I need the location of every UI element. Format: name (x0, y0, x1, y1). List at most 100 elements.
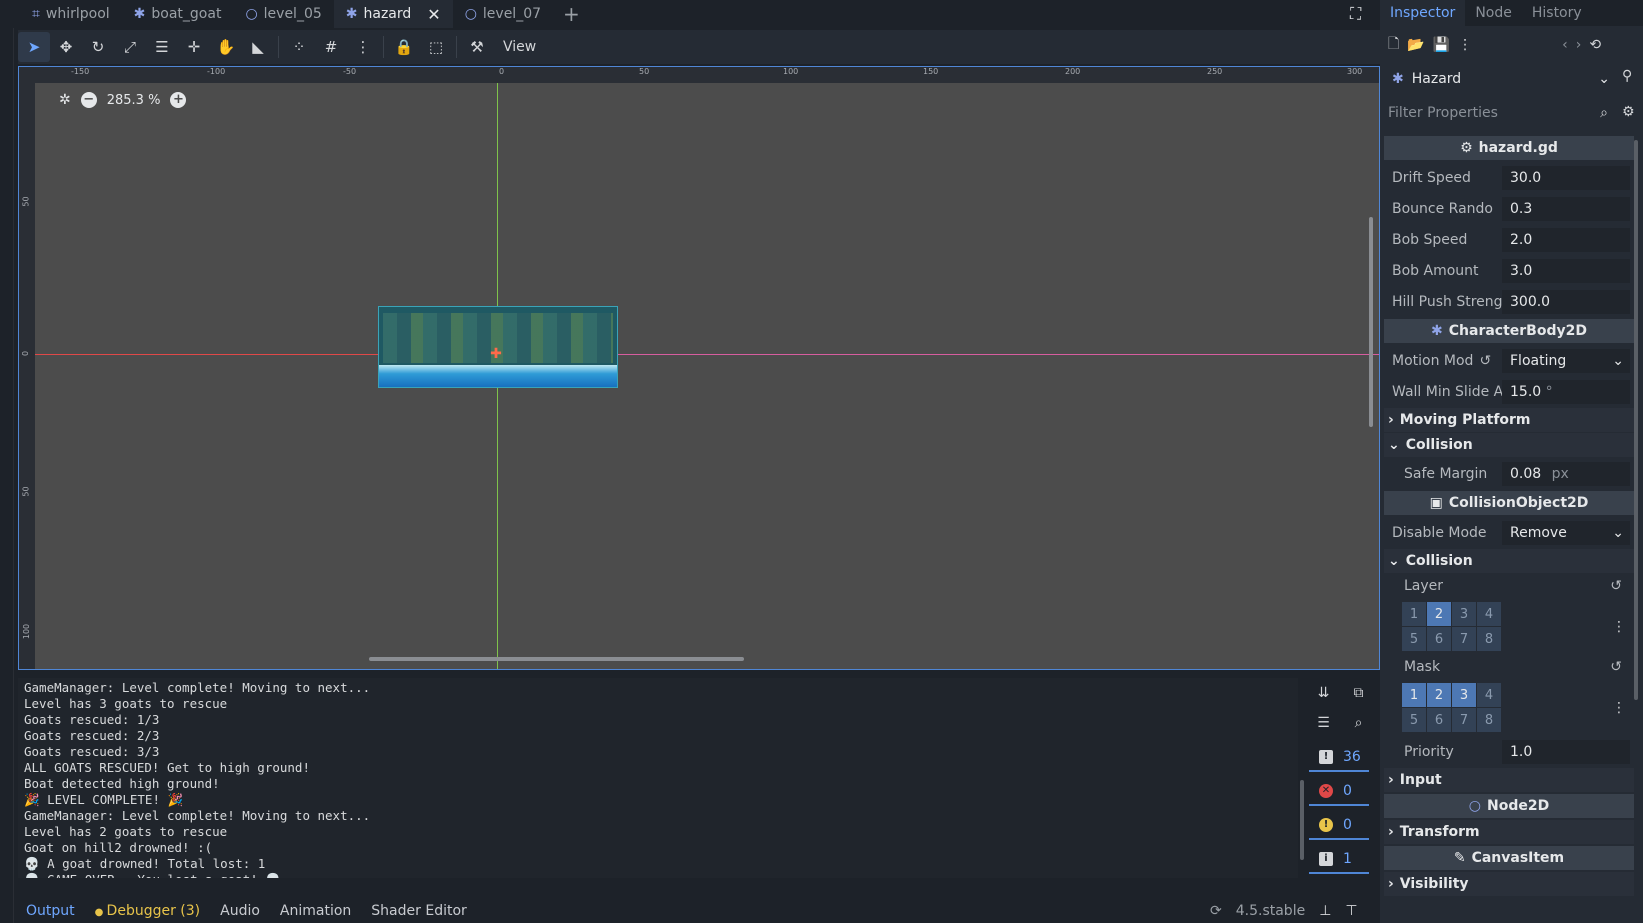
prop-value[interactable]: 300.0 (1502, 289, 1630, 314)
scene-tab-hazard[interactable]: ✱ hazard ✕ (333, 0, 453, 28)
revert-icon[interactable]: ↺ (1610, 578, 1622, 594)
tab-shader-editor[interactable]: Shader Editor (371, 903, 466, 919)
history-back-icon[interactable]: ‹ (1562, 37, 1568, 53)
more-options-icon[interactable]: ⋮ (1612, 619, 1626, 635)
move-mode-icon[interactable]: ✥ (50, 32, 82, 62)
scene-tab-boat-goat[interactable]: ✱ boat_goat (122, 0, 234, 28)
node2d-section[interactable]: ○ Node2D (1384, 794, 1634, 818)
group-collision-layers[interactable]: ⌄ Collision (1384, 549, 1634, 573)
rotate-mode-icon[interactable]: ↻ (82, 32, 114, 62)
prop-value[interactable]: 2.0 (1502, 227, 1630, 252)
scene-tab-whirlpool[interactable]: ⌗ whirlpool (20, 0, 122, 28)
horizontal-scrollbar[interactable] (369, 657, 744, 661)
zoom-out-button[interactable]: − (80, 92, 97, 108)
revert-icon[interactable]: ↺ (1479, 353, 1491, 369)
history-forward-icon[interactable]: › (1576, 37, 1582, 53)
view-menu[interactable]: View (493, 39, 546, 55)
filter-properties-field[interactable]: Filter Properties ⌕ (1384, 100, 1616, 126)
center-view-icon[interactable]: ✲ (59, 92, 71, 108)
message-counter[interactable]: ! 36 (1309, 744, 1369, 772)
disable-mode-select[interactable]: Remove ⌄ (1502, 520, 1630, 545)
layer-bit-3[interactable]: 3 (1452, 683, 1476, 707)
layer-bit-4[interactable]: 4 (1477, 602, 1501, 626)
warning-counter[interactable]: ! 0 (1309, 812, 1369, 840)
pivot-mode-icon[interactable]: ✛ (178, 32, 210, 62)
tab-output[interactable]: Output (26, 903, 75, 919)
info-counter[interactable]: i 1 (1309, 846, 1369, 874)
scene-tab-level-05[interactable]: ○ level_05 (233, 0, 333, 28)
group-input[interactable]: › Input (1384, 768, 1634, 792)
layer-bit-6[interactable]: 6 (1427, 708, 1451, 732)
scene-tab-level-07[interactable]: ○ level_07 (453, 0, 553, 28)
output-scrollbar[interactable] (1300, 780, 1304, 860)
vertical-scrollbar[interactable] (1369, 217, 1373, 427)
group-transform[interactable]: › Transform (1384, 820, 1634, 844)
bone-icon[interactable]: ⚒ (461, 32, 493, 62)
zoom-level[interactable]: 285.3 % (107, 93, 161, 108)
object-history-icon[interactable]: ⟲ (1589, 37, 1601, 53)
add-tab-icon[interactable]: + (563, 2, 580, 26)
group-icon[interactable]: ⬚ (420, 32, 452, 62)
tab-debugger[interactable]: ● Debugger (3) (95, 903, 200, 919)
layer-bit-7[interactable]: 7 (1452, 708, 1476, 732)
expand-panel-icon[interactable]: ⊤ (1345, 903, 1357, 919)
layer-bit-6[interactable]: 6 (1427, 627, 1451, 651)
tab-history[interactable]: History (1522, 0, 1592, 26)
prop-slider-value[interactable]: 15.0 ° (1502, 379, 1630, 404)
layer-bit-2[interactable]: 2 (1427, 602, 1451, 626)
scale-mode-icon[interactable]: ⤢ (114, 32, 146, 62)
new-resource-icon[interactable]: 🗋 (1388, 33, 1399, 57)
tab-animation[interactable]: Animation (280, 903, 351, 919)
grid-snap-icon[interactable]: # (315, 32, 347, 62)
copy-output-icon[interactable]: ⧉ (1344, 678, 1373, 708)
snap-options-icon[interactable]: ⋮ (347, 32, 379, 62)
pivot-icon[interactable]: ✚ (489, 347, 503, 361)
error-counter[interactable]: ✕ 0 (1309, 778, 1369, 806)
layer-bit-2[interactable]: 2 (1427, 683, 1451, 707)
tab-audio[interactable]: Audio (220, 903, 260, 919)
layer-bit-8[interactable]: 8 (1477, 627, 1501, 651)
list-select-icon[interactable]: ☰ (146, 32, 178, 62)
fullscreen-icon[interactable]: ⛶ (1350, 4, 1361, 24)
script-section[interactable]: ⚙ hazard.gd (1384, 136, 1634, 160)
save-resource-icon[interactable]: 💾 (1433, 37, 1450, 53)
zoom-in-button[interactable]: + (170, 92, 187, 108)
motion-mode-select[interactable]: Floating ⌄ (1502, 348, 1630, 373)
layer-bit-8[interactable]: 8 (1477, 708, 1501, 732)
lock-icon[interactable]: 🔒 (388, 32, 420, 62)
clear-output-icon[interactable]: ⇊ (1309, 678, 1338, 708)
node-info-icon[interactable]: ⚲ (1622, 68, 1632, 84)
group-visibility[interactable]: › Visibility (1384, 872, 1634, 896)
layer-bit-1[interactable]: 1 (1402, 602, 1426, 626)
prop-value[interactable]: 3.0 (1502, 258, 1630, 283)
layer-bit-5[interactable]: 5 (1402, 708, 1426, 732)
layer-bit-3[interactable]: 3 (1452, 602, 1476, 626)
collisionobject-section[interactable]: ▣ CollisionObject2D (1384, 491, 1634, 515)
smart-snap-icon[interactable]: ⁘ (283, 32, 315, 62)
prop-value[interactable]: 30.0 (1502, 165, 1630, 190)
prop-slider-value[interactable]: 0.08 px (1502, 461, 1630, 486)
open-resource-icon[interactable]: 📂 (1407, 37, 1424, 53)
inspector-scrollbar[interactable] (1634, 140, 1638, 700)
close-tab-icon[interactable]: ✕ (427, 5, 440, 24)
tab-inspector[interactable]: Inspector (1380, 0, 1466, 26)
characterbody-section[interactable]: ✱ CharacterBody2D (1384, 319, 1634, 343)
more-options-icon[interactable]: ⋮ (1458, 37, 1472, 53)
pin-panel-icon[interactable]: ⊥ (1319, 903, 1331, 919)
prop-value[interactable]: 1.0 (1502, 739, 1630, 764)
layer-bit-5[interactable]: 5 (1402, 627, 1426, 651)
tab-node[interactable]: Node (1465, 0, 1522, 26)
layer-bit-7[interactable]: 7 (1452, 627, 1476, 651)
select-mode-icon[interactable]: ➤ (18, 32, 50, 62)
search-output-icon[interactable]: ⌕ (1344, 708, 1373, 738)
filter-input[interactable]: Filter Properties (1388, 105, 1498, 121)
ruler-mode-icon[interactable]: ◣ (242, 32, 274, 62)
more-options-icon[interactable]: ⋮ (1612, 700, 1626, 716)
output-log[interactable]: GameManager: Level complete! Moving to n… (18, 678, 1298, 878)
revert-icon[interactable]: ↺ (1610, 659, 1622, 675)
node-selector[interactable]: ✱ Hazard ⌄ (1384, 64, 1616, 94)
canvasitem-section[interactable]: ✎ CanvasItem (1384, 846, 1634, 870)
prop-value[interactable]: 0.3 (1502, 196, 1630, 221)
canvas-viewport[interactable]: -150 -100 -50 0 50 100 150 200 250 300 5… (18, 66, 1380, 670)
layer-bit-1[interactable]: 1 (1402, 683, 1426, 707)
